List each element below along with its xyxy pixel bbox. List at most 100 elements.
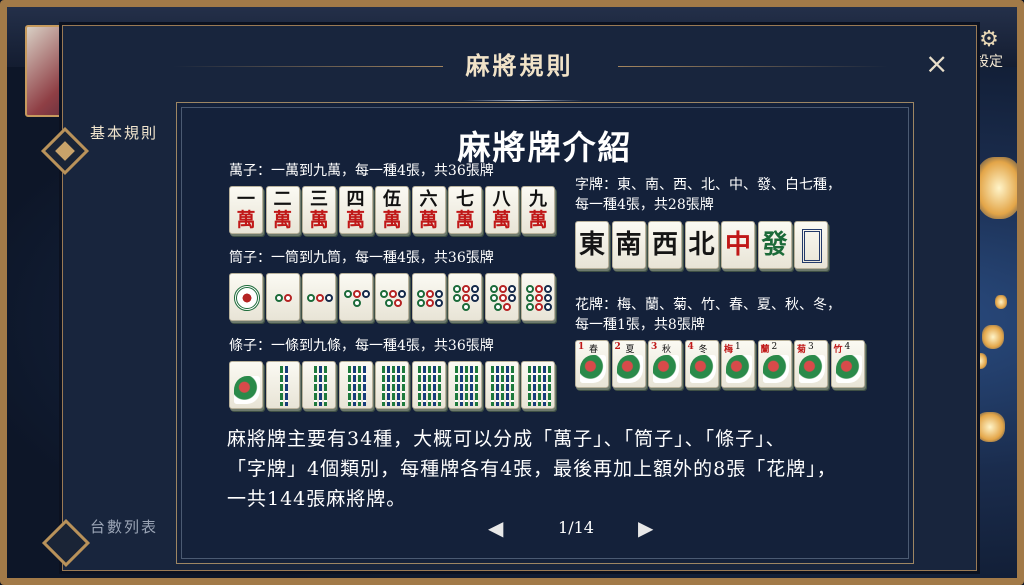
man-tile: 八萬 [484,186,519,234]
pin-circle-icon [453,294,461,302]
flower-tile-name: 夏 [625,345,635,355]
tab-scoring-list[interactable]: 台數列表 [90,516,158,537]
pin-circle-icon [507,294,516,302]
next-page-button[interactable]: ▶ [638,516,653,540]
pin-circle-icon [471,285,479,293]
prev-page-button[interactable]: ◀ [488,516,503,540]
lantern-image [995,295,1007,309]
man-tile: 三萬 [302,186,336,234]
flower-icon [762,355,789,383]
page-indicator: 1/14 [558,518,594,537]
pin-caption: 筒子：一筒到九筒，每一種4張，共36張牌 [229,250,494,266]
pin-tile [484,273,519,321]
honor-tile-char: 東 [578,230,605,260]
bamboo-stick-icon [527,366,531,406]
flower-icon [726,355,752,383]
modal-title: 麻將規則 [465,51,574,80]
pin-circle-icon [416,298,425,307]
pin-circle-icon [471,294,479,302]
pin-circle-icon [462,303,470,311]
flower-tile-name: 春 [589,345,599,355]
sou-sticks [525,366,553,406]
bamboo-stick-icon [428,366,431,406]
pin-circle-icon [398,289,406,298]
bamboo-stick-icon [511,366,514,406]
bamboo-stick-icon [396,366,400,406]
sou-tile [448,361,482,409]
pin-circle-icon [507,285,516,293]
man-tile-suit: 萬 [382,209,402,231]
honor-tile-char: 發 [761,230,788,260]
lantern-image [975,157,1017,219]
flower-tile-number: 3 [651,342,658,352]
flower-icon [580,355,606,383]
pin-circle-icon [535,303,543,311]
pin-tile [448,273,482,321]
pin-circle-icon [503,303,511,311]
bamboo-stick-icon [501,366,504,406]
flower-tile: 1春 [575,340,609,388]
flower-tile-number: 竹 [833,345,843,355]
man-tile-number: 四 [346,189,365,210]
pin-circle-icon [434,298,443,307]
flower-tile-name: 3 [808,342,814,352]
bamboo-stick-icon [423,366,426,406]
sou-sticks [379,366,407,406]
bamboo-stick-icon [352,366,356,406]
man-tile-suit: 萬 [455,209,475,231]
bamboo-stick-icon [438,366,441,406]
bamboo-stick-icon [474,366,478,406]
sou-tile [484,361,519,409]
sou-tile [411,361,446,409]
white-dragon-frame-icon [802,229,822,263]
flower-tile: 4冬 [684,340,719,388]
pin-circle-icon [389,289,397,298]
pin-circle-icon [535,285,543,293]
pin-pips [416,279,444,317]
flower-tile-number: 菊 [797,345,807,355]
flower-tile: 梅1 [721,340,755,388]
pin-circle-icon [275,294,283,302]
honor-tile-char: 西 [651,230,678,260]
pin-tile [302,273,336,321]
honor-tile: 北 [684,221,719,269]
close-button[interactable]: × [925,50,948,78]
honor-tile: 中 [721,221,755,269]
bamboo-stick-icon [469,366,473,406]
pin-circle-icon [489,285,498,293]
tab-indicator-icon [41,518,91,568]
pin-circle-icon [526,285,534,293]
sou-tile [521,361,555,409]
honor-tile-char: 中 [724,230,751,260]
pin-circle-icon [316,294,324,302]
sou-tile [338,361,373,409]
flower-tile-name: 秋 [662,345,672,355]
pin-pips [525,279,553,317]
honor-tile-char: 南 [615,230,642,260]
pin-circle-icon [361,289,370,298]
bamboo-stick-icon [506,366,509,406]
bamboo-stick-icon [362,366,366,406]
pin-pips [306,279,334,317]
honor-tile: 南 [611,221,646,269]
tab-basic-rules[interactable]: 基本規則 [90,122,158,143]
pin-circle-icon [307,294,315,302]
flower-icon [835,355,862,383]
man-tile-number: 一 [237,189,255,210]
bamboo-stick-icon [491,366,494,406]
flower-caption-line2: 每一種1張，共8張牌 [575,317,705,333]
bamboo-stick-icon [357,366,361,406]
flower-tile-number: 1 [578,342,585,352]
man-tile: 四萬 [338,186,373,234]
sou-tile [265,361,300,409]
bamboo-stick-icon [386,366,390,406]
man-tile: 一萬 [229,186,263,234]
man-tile: 九萬 [521,186,555,234]
bamboo-stick-icon [459,366,463,406]
bamboo-stick-icon [284,366,288,406]
pin-circle-icon [384,298,393,307]
pin-pips [270,279,298,317]
sou-sticks [306,366,334,406]
description-line: 一共144張麻將牌。 [227,488,407,510]
pin-circle-icon [526,294,534,302]
